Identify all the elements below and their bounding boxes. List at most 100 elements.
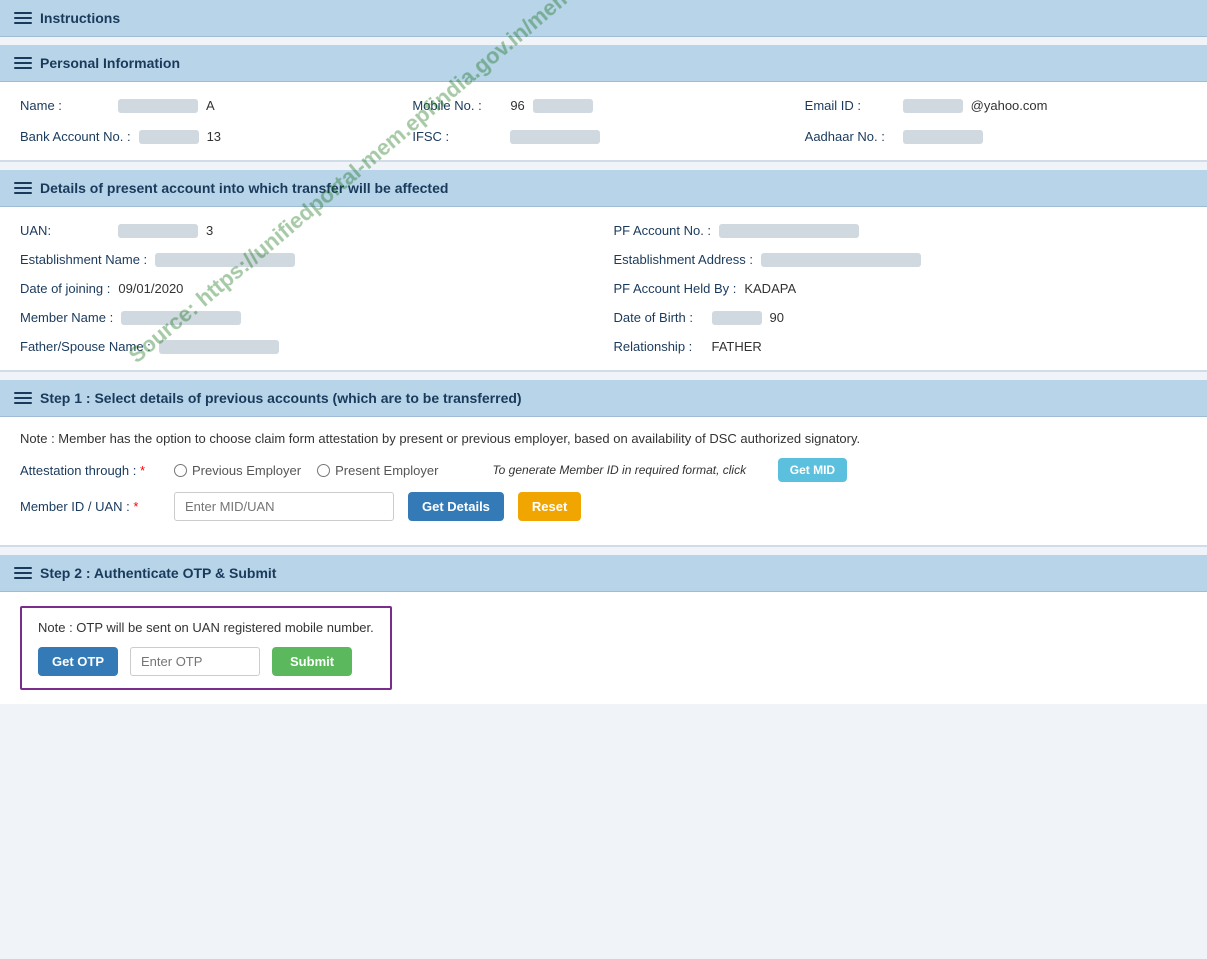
- prev-employer-label: Previous Employer: [192, 463, 301, 478]
- pf-account-row: PF Account No. :: [614, 223, 1188, 238]
- personal-info-section: Personal Information Name : A Mobile No.…: [0, 45, 1207, 162]
- dob-value: 90: [770, 310, 784, 325]
- uan-row: UAN: 3: [20, 223, 594, 238]
- personal-info-body: Name : A Mobile No. : 96 Email ID : @yah…: [0, 82, 1207, 162]
- uan-blur: [118, 224, 198, 238]
- mobile-row: Mobile No. : 96: [412, 98, 794, 113]
- hamburger-icon[interactable]: [14, 12, 32, 24]
- member-id-required-star: *: [133, 499, 138, 514]
- name-value: A: [206, 98, 215, 113]
- email-blur: [903, 99, 963, 113]
- name-row: Name : A: [20, 98, 402, 113]
- submit-button[interactable]: Submit: [272, 647, 352, 676]
- pf-held-value: KADAPA: [744, 281, 796, 296]
- pf-held-label: PF Account Held By :: [614, 281, 737, 296]
- bank-row: Bank Account No. : 13: [20, 129, 402, 144]
- step2-header: Step 2 : Authenticate OTP & Submit: [0, 555, 1207, 592]
- ifsc-row: IFSC :: [412, 129, 794, 144]
- member-name-label: Member Name :: [20, 310, 113, 325]
- bank-blur: [139, 130, 199, 144]
- personal-info-header: Personal Information: [0, 45, 1207, 82]
- attestation-label: Attestation through : *: [20, 463, 160, 478]
- otp-note-box: Note : OTP will be sent on UAN registere…: [20, 606, 392, 690]
- otp-note-text: Note : OTP will be sent on UAN registere…: [38, 620, 374, 635]
- step1-body: Note : Member has the option to choose c…: [0, 417, 1207, 547]
- est-addr-label: Establishment Address :: [614, 252, 753, 267]
- ifsc-blur: [510, 130, 600, 144]
- est-name-blur: [155, 253, 295, 267]
- step2-title: Step 2 : Authenticate OTP & Submit: [40, 565, 276, 581]
- email-label: Email ID :: [805, 98, 895, 113]
- uan-value: 3: [206, 223, 213, 238]
- est-addr-row: Establishment Address :: [614, 252, 1188, 267]
- father-row: Father/Spouse Name :: [20, 339, 594, 354]
- instructions-header: Instructions: [0, 0, 1207, 37]
- present-account-title: Details of present account into which tr…: [40, 180, 448, 196]
- step1-title: Step 1 : Select details of previous acco…: [40, 390, 522, 406]
- step1-section: Step 1 : Select details of previous acco…: [0, 380, 1207, 547]
- doj-row: Date of joining : 09/01/2020: [20, 281, 594, 296]
- member-id-label: Member ID / UAN : *: [20, 499, 160, 514]
- step1-header: Step 1 : Select details of previous acco…: [0, 380, 1207, 417]
- attestation-radio-group: Previous Employer Present Employer: [174, 463, 438, 478]
- present-employer-radio-label[interactable]: Present Employer: [317, 463, 438, 478]
- dob-label: Date of Birth :: [614, 310, 704, 325]
- step2-body: Note : OTP will be sent on UAN registere…: [0, 592, 1207, 704]
- aadhaar-blur: [903, 130, 983, 144]
- personal-info-title: Personal Information: [40, 55, 180, 71]
- name-blur: [118, 99, 198, 113]
- relationship-value: FATHER: [712, 339, 762, 354]
- get-details-button[interactable]: Get Details: [408, 492, 504, 521]
- doj-label: Date of joining :: [20, 281, 110, 296]
- email-row: Email ID : @yahoo.com: [805, 98, 1187, 113]
- ifsc-label: IFSC :: [412, 129, 502, 144]
- member-name-row: Member Name :: [20, 310, 594, 325]
- attestation-required-star: *: [140, 463, 145, 478]
- present-account-section: Details of present account into which tr…: [0, 170, 1207, 372]
- get-mid-button[interactable]: Get MID: [778, 458, 847, 482]
- step1-note: Note : Member has the option to choose c…: [20, 431, 1187, 446]
- dob-row: Date of Birth : 90: [614, 310, 1188, 325]
- mobile-blur: [533, 99, 593, 113]
- relationship-label: Relationship :: [614, 339, 704, 354]
- otp-input[interactable]: [130, 647, 260, 676]
- aadhaar-label: Aadhaar No. :: [805, 129, 895, 144]
- uan-label: UAN:: [20, 223, 110, 238]
- mobile-value: 96: [510, 98, 524, 113]
- reset-button[interactable]: Reset: [518, 492, 581, 521]
- pf-account-blur: [719, 224, 859, 238]
- est-name-label: Establishment Name :: [20, 252, 147, 267]
- bank-label: Bank Account No. :: [20, 129, 131, 144]
- present-account-header: Details of present account into which tr…: [0, 170, 1207, 207]
- personal-info-hamburger-icon[interactable]: [14, 57, 32, 69]
- dob-blur: [712, 311, 762, 325]
- attestation-row: Attestation through : * Previous Employe…: [20, 458, 1187, 482]
- step2-section: Step 2 : Authenticate OTP & Submit Note …: [0, 555, 1207, 704]
- bank-value: 13: [207, 129, 221, 144]
- mobile-label: Mobile No. :: [412, 98, 502, 113]
- aadhaar-row: Aadhaar No. :: [805, 129, 1187, 144]
- otp-row: Get OTP Submit: [38, 647, 374, 676]
- pf-account-label: PF Account No. :: [614, 223, 712, 238]
- prev-employer-radio[interactable]: [174, 464, 187, 477]
- father-blur: [159, 340, 279, 354]
- prev-employer-radio-label[interactable]: Previous Employer: [174, 463, 301, 478]
- pf-held-row: PF Account Held By : KADAPA: [614, 281, 1188, 296]
- present-employer-radio[interactable]: [317, 464, 330, 477]
- present-account-hamburger-icon[interactable]: [14, 182, 32, 194]
- instructions-title: Instructions: [40, 10, 120, 26]
- present-employer-label: Present Employer: [335, 463, 438, 478]
- father-label: Father/Spouse Name :: [20, 339, 151, 354]
- get-otp-button[interactable]: Get OTP: [38, 647, 118, 676]
- mid-input[interactable]: [174, 492, 394, 521]
- member-name-blur: [121, 311, 241, 325]
- relationship-row: Relationship : FATHER: [614, 339, 1188, 354]
- step1-hamburger-icon[interactable]: [14, 392, 32, 404]
- est-name-row: Establishment Name :: [20, 252, 594, 267]
- email-value: @yahoo.com: [971, 98, 1048, 113]
- name-label: Name :: [20, 98, 110, 113]
- doj-value: 09/01/2020: [118, 281, 183, 296]
- present-account-body: UAN: 3 PF Account No. : Establishment Na…: [0, 207, 1207, 372]
- member-id-row: Member ID / UAN : * Get Details Reset: [20, 492, 1187, 521]
- step2-hamburger-icon[interactable]: [14, 567, 32, 579]
